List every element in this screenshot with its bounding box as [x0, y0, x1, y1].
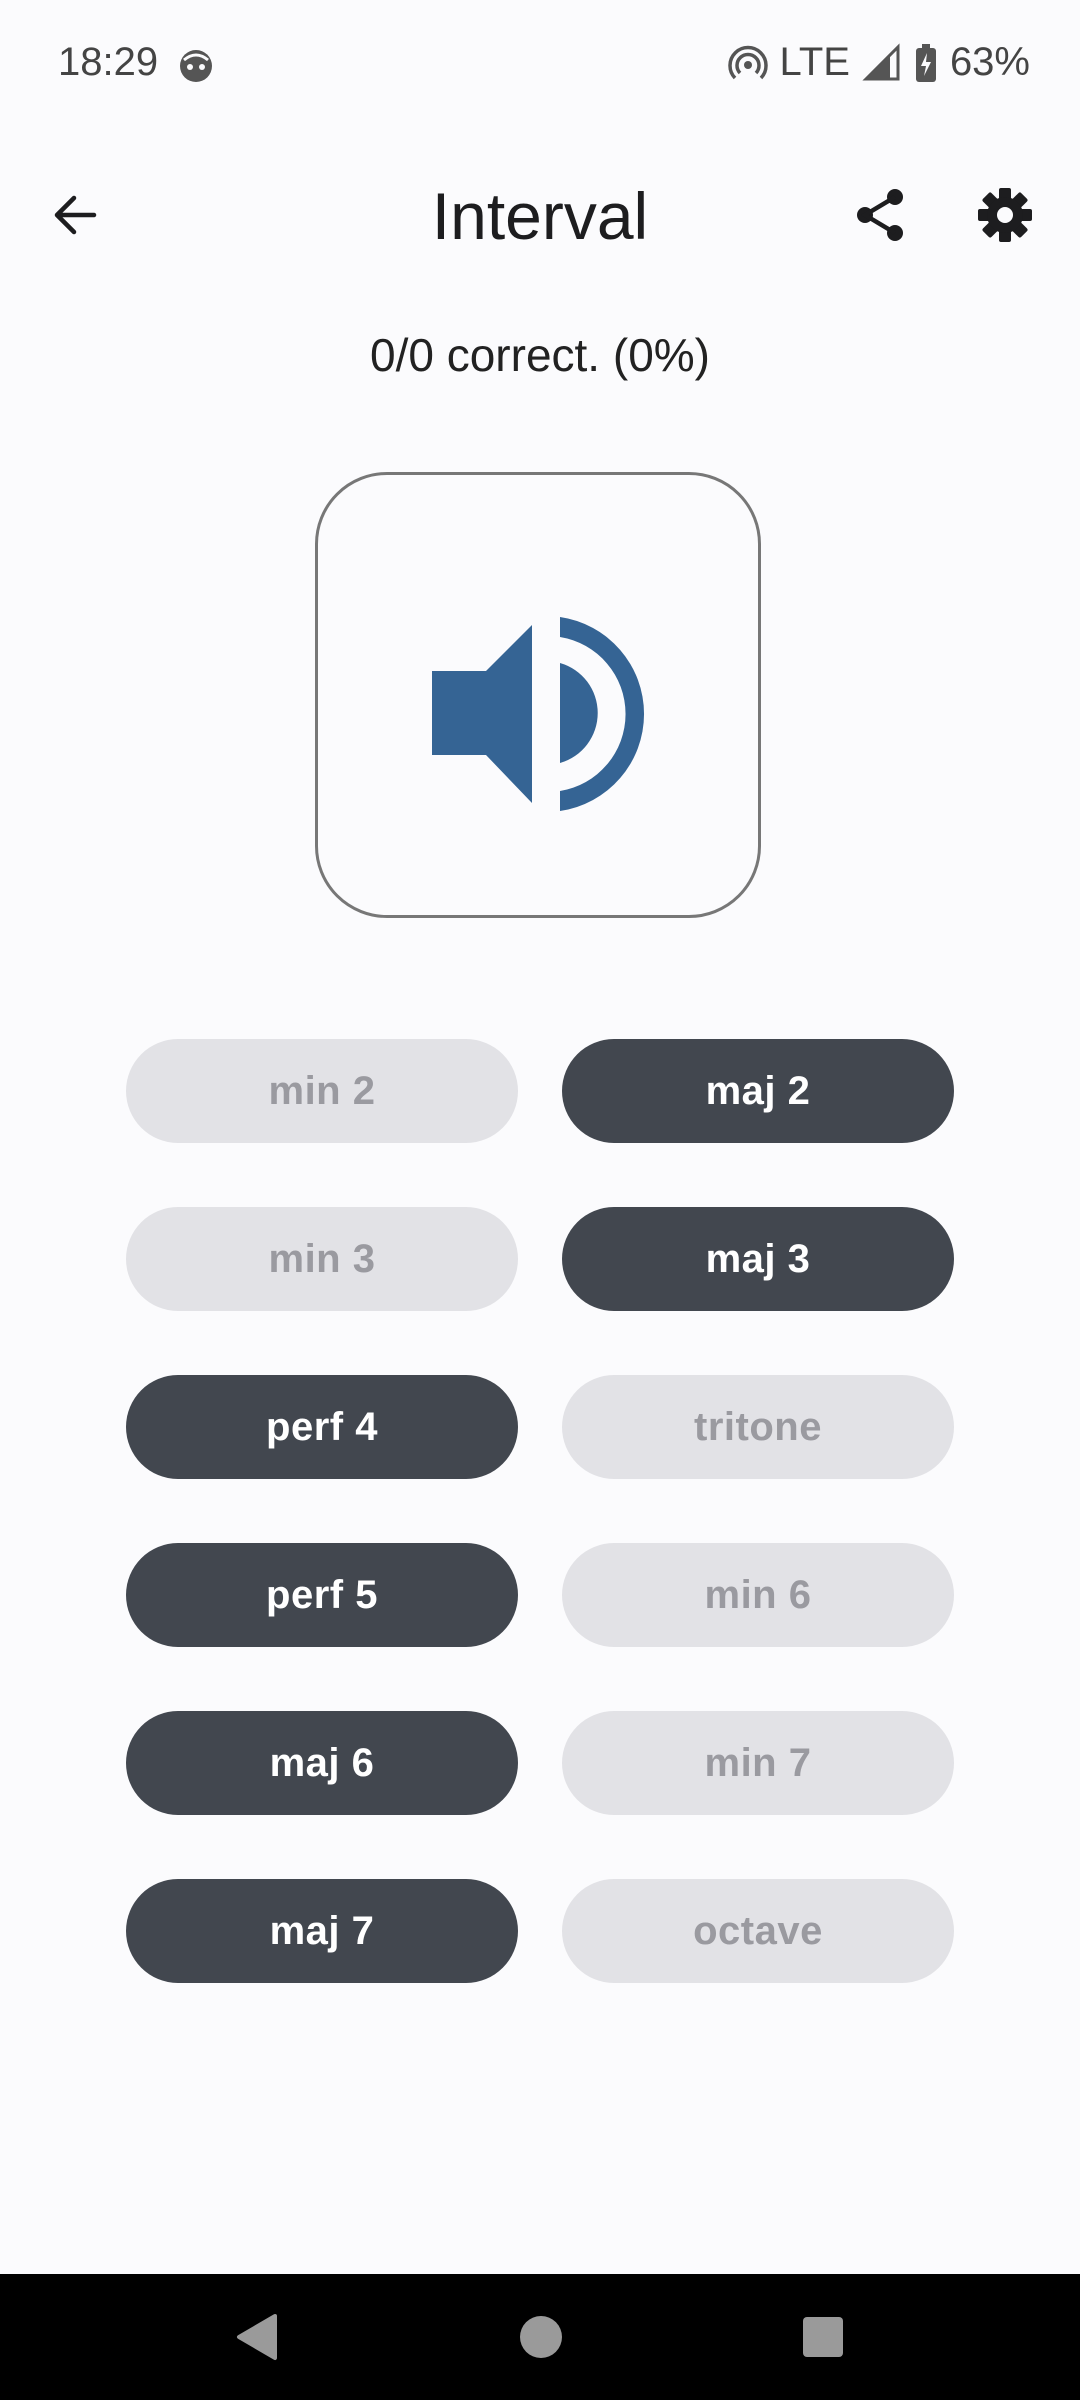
- answer-button-min-2[interactable]: min 2: [126, 1039, 518, 1143]
- answer-button-maj-7[interactable]: maj 7: [126, 1879, 518, 1983]
- settings-button[interactable]: [970, 180, 1040, 250]
- share-icon: [857, 189, 903, 241]
- system-nav-bar: [0, 2274, 1080, 2400]
- answer-button-perf-4[interactable]: perf 4: [126, 1375, 518, 1479]
- app-bar: Interval: [0, 160, 1080, 270]
- answer-button-maj-6[interactable]: maj 6: [126, 1711, 518, 1815]
- status-indicators: LTE 63%: [727, 40, 1030, 85]
- nav-recents-button[interactable]: [790, 2304, 856, 2370]
- nav-home-button[interactable]: [508, 2304, 574, 2370]
- nav-back-icon: [237, 2314, 277, 2360]
- nav-recents-icon: [803, 2317, 843, 2357]
- page-title: Interval: [431, 179, 649, 253]
- answer-button-octave[interactable]: octave: [562, 1879, 954, 1983]
- score-text: 0/0 correct. (0%): [370, 329, 710, 381]
- battery-icon: [915, 43, 936, 82]
- status-bar: 18:29 LTE 63%: [0, 0, 1080, 130]
- hotspot-icon: [727, 45, 768, 79]
- gear-icon: [978, 188, 1032, 242]
- signal-icon: [862, 42, 900, 80]
- answer-button-min-6[interactable]: min 6: [562, 1543, 954, 1647]
- nav-home-icon: [520, 2316, 562, 2358]
- play-interval-button[interactable]: [315, 472, 761, 918]
- network-type: LTE: [779, 40, 850, 84]
- status-time: 18:29: [58, 40, 159, 84]
- answer-button-min-3[interactable]: min 3: [126, 1207, 518, 1311]
- answer-button-min-7[interactable]: min 7: [562, 1711, 954, 1815]
- answer-button-tritone[interactable]: tritone: [562, 1375, 954, 1479]
- answer-button-maj-2[interactable]: maj 2: [562, 1039, 954, 1143]
- battery-percent: 63%: [949, 40, 1030, 84]
- nav-back-button[interactable]: [224, 2304, 290, 2370]
- answer-button-maj-3[interactable]: maj 3: [562, 1207, 954, 1311]
- app-notification-icon: [180, 50, 212, 82]
- answer-button-perf-5[interactable]: perf 5: [126, 1543, 518, 1647]
- speaker-icon: [432, 617, 645, 811]
- share-button[interactable]: [846, 180, 916, 250]
